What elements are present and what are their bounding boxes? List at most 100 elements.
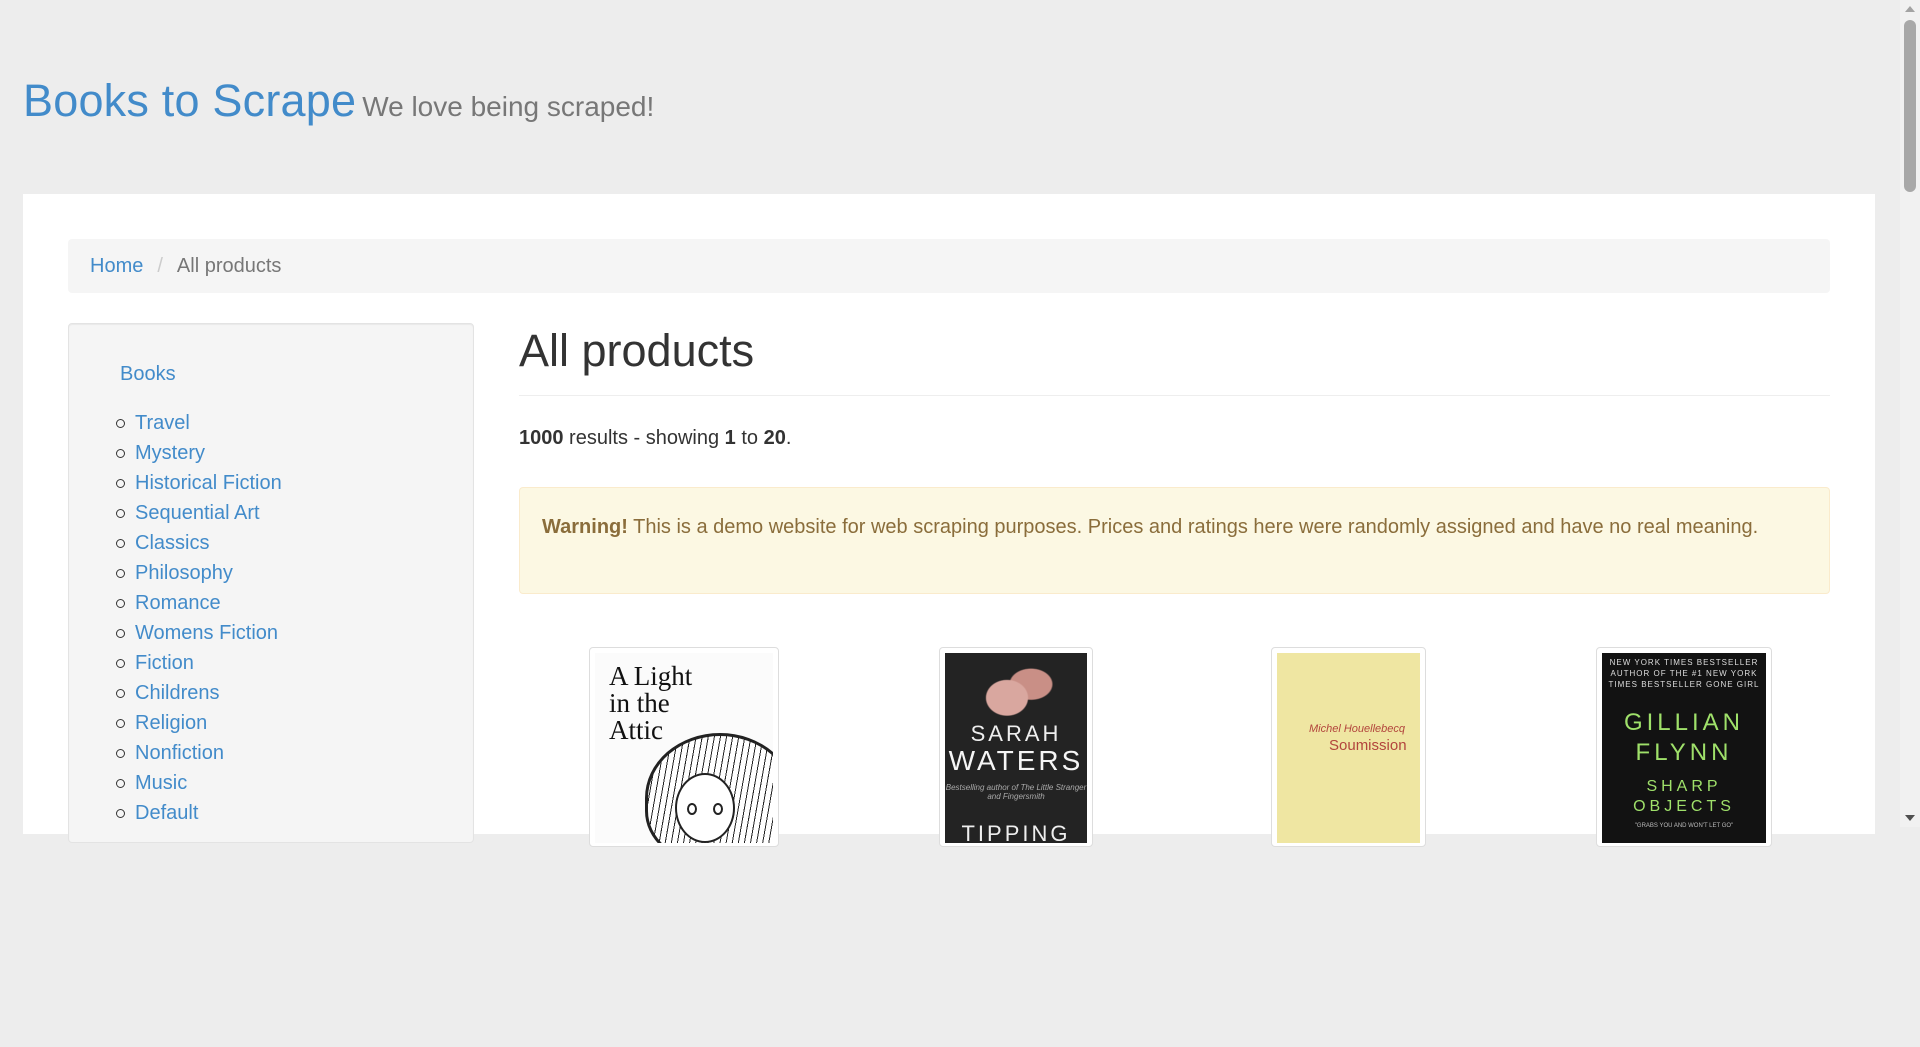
category-link-classics[interactable]: Classics: [135, 532, 209, 554]
bullet-icon: [116, 479, 125, 488]
bullet-icon: [116, 419, 125, 428]
cover-line: FLYNN: [1635, 739, 1733, 766]
category-item: Default: [116, 798, 282, 828]
cover-illustration: [675, 773, 735, 843]
product-grid: A Light in the Attic SARAH WATERS Bestse…: [519, 647, 1830, 1047]
vertical-scrollbar[interactable]: [1900, 0, 1920, 827]
category-link-travel[interactable]: Travel: [135, 412, 190, 434]
category-item: Romance: [116, 588, 282, 618]
results-from: 1: [724, 427, 736, 449]
category-link-philosophy[interactable]: Philosophy: [135, 562, 233, 584]
product-thumbnail-link[interactable]: Michel Houellebecq Soumission: [1271, 647, 1426, 847]
cover-line: SARAH: [970, 721, 1062, 746]
sidebar-books-link[interactable]: Books: [120, 363, 176, 386]
category-sidebar: Books Travel Mystery Historical Fiction …: [68, 323, 474, 843]
bullet-icon: [116, 539, 125, 548]
site-tagline: We love being scraped!: [362, 91, 655, 122]
book-cover-image: SARAH WATERS Bestselling author of The L…: [945, 653, 1087, 843]
warning-alert: Warning! This is a demo website for web …: [519, 487, 1830, 594]
bullet-icon: [116, 779, 125, 788]
bullet-icon: [116, 629, 125, 638]
bullet-icon: [116, 749, 125, 758]
cover-line: Bestselling author of The Little Strange…: [945, 783, 1087, 801]
cover-line: NEW YORK TIMES BESTSELLER: [1609, 658, 1759, 667]
bullet-icon: [116, 689, 125, 698]
cover-illustration: [975, 657, 1055, 725]
bullet-icon: [116, 719, 125, 728]
cover-title-text: A Light in the Attic: [609, 663, 692, 744]
results-to: 20: [763, 427, 786, 449]
cover-illustration: [713, 803, 723, 815]
bullet-icon: [116, 509, 125, 518]
site-brand-link[interactable]: Books to Scrape: [23, 75, 356, 126]
category-link-womens-fiction[interactable]: Womens Fiction: [135, 622, 278, 644]
results-text: to: [735, 427, 764, 449]
category-item: Sequential Art: [116, 498, 282, 528]
cover-line: Michel Houellebecq: [1309, 723, 1405, 735]
scrollbar-thumb[interactable]: [1904, 20, 1916, 192]
breadcrumb-separator: /: [157, 254, 163, 277]
bullet-icon: [116, 659, 125, 668]
book-cover-image: A Light in the Attic: [595, 653, 773, 843]
bullet-icon: [116, 569, 125, 578]
category-link-fiction[interactable]: Fiction: [135, 652, 194, 674]
results-summary: 1000 results - showing 1 to 20.: [519, 427, 791, 450]
page-container: Home / All products Books Travel Mystery…: [23, 194, 1875, 847]
breadcrumb-home-link[interactable]: Home: [90, 255, 143, 278]
product-thumbnail-link[interactable]: SARAH WATERS Bestselling author of The L…: [939, 647, 1093, 847]
results-text: .: [785, 427, 792, 449]
category-list: Travel Mystery Historical Fiction Sequen…: [116, 408, 282, 828]
category-item: Mystery: [116, 438, 282, 468]
category-item: Music: [116, 768, 282, 798]
category-link-mystery[interactable]: Mystery: [135, 442, 205, 464]
category-item: Childrens: [116, 678, 282, 708]
book-cover-image: Michel Houellebecq Soumission: [1277, 653, 1420, 843]
alert-message: This is a demo website for web scraping …: [627, 516, 1759, 538]
title-divider: [519, 395, 1830, 396]
category-link-nonfiction[interactable]: Nonfiction: [135, 742, 224, 764]
category-link-romance[interactable]: Romance: [135, 592, 221, 614]
cover-line: SHARP: [1646, 778, 1722, 795]
cover-line: "GRABS YOU AND WON'T LET GO": [1634, 823, 1734, 829]
cover-line: WATERS: [948, 745, 1084, 776]
product-thumbnail-link[interactable]: A Light in the Attic: [589, 647, 779, 847]
cover-line: OBJECTS: [1633, 798, 1735, 815]
cover-line: A Light: [609, 661, 693, 691]
results-text: results - showing: [563, 427, 725, 449]
category-item: Philosophy: [116, 558, 282, 588]
cover-line: in the: [609, 688, 670, 718]
scroll-down-arrow-icon[interactable]: [1905, 815, 1915, 821]
category-link-default[interactable]: Default: [135, 802, 198, 824]
breadcrumb-current: All products: [176, 254, 282, 277]
alert-strong: Warning!: [542, 516, 628, 538]
category-item: Travel: [116, 408, 282, 438]
category-item: Womens Fiction: [116, 618, 282, 648]
scroll-up-arrow-icon[interactable]: [1905, 6, 1915, 12]
category-link-religion[interactable]: Religion: [135, 712, 207, 734]
results-total: 1000: [519, 427, 564, 449]
category-item: Fiction: [116, 648, 282, 678]
category-item: Religion: [116, 708, 282, 738]
category-link-sequential-art[interactable]: Sequential Art: [135, 502, 260, 524]
cover-line: AUTHOR OF THE #1 NEW YORK TIMES BESTSELL…: [1608, 669, 1760, 689]
page-header: Books to Scrape We love being scraped!: [23, 75, 654, 127]
category-link-childrens[interactable]: Childrens: [135, 682, 219, 704]
cover-line: Soumission: [1329, 737, 1407, 754]
cover-line: GILLIAN: [1623, 709, 1745, 736]
cover-line: Attic: [609, 715, 663, 745]
category-link-historical-fiction[interactable]: Historical Fiction: [135, 472, 282, 494]
page-title: All products: [519, 325, 755, 376]
book-cover-image: NEW YORK TIMES BESTSELLER AUTHOR OF THE …: [1602, 653, 1766, 843]
cover-line: NEW YORK TIMES BESTSELLER AUTHOR OF THE …: [1602, 657, 1766, 690]
cover-illustration: [687, 803, 697, 815]
category-item: Nonfiction: [116, 738, 282, 768]
category-item: Historical Fiction: [116, 468, 282, 498]
cover-line: SHARP OBJECTS: [1602, 777, 1766, 817]
bullet-icon: [116, 599, 125, 608]
category-item: Classics: [116, 528, 282, 558]
product-thumbnail-link[interactable]: NEW YORK TIMES BESTSELLER AUTHOR OF THE …: [1596, 647, 1772, 847]
breadcrumb: Home / All products: [68, 239, 1830, 293]
cover-line: TIPPING: [961, 821, 1071, 843]
bullet-icon: [116, 449, 125, 458]
category-link-music[interactable]: Music: [135, 772, 187, 794]
